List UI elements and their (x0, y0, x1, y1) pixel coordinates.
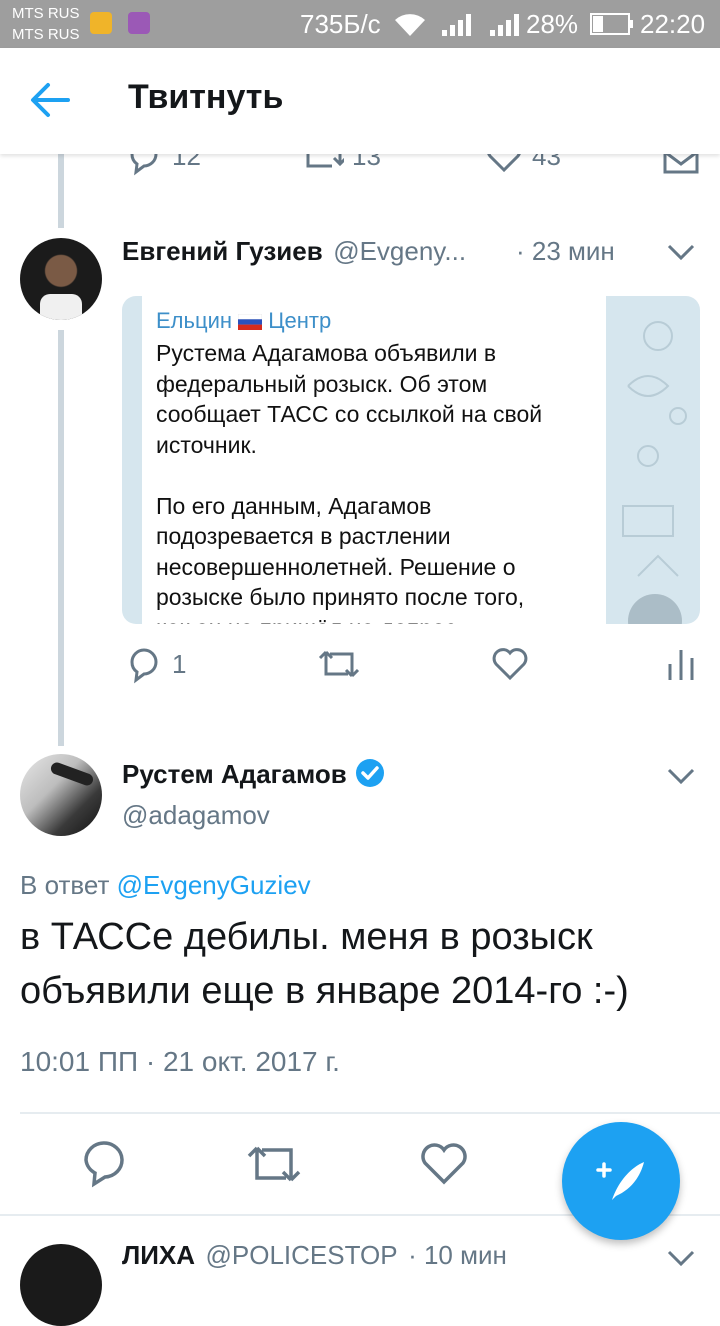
battery-icon (590, 13, 633, 35)
tweet-text-line: объявили еще в январе 2014-го :-) (20, 970, 629, 1012)
signal-icon-2 (490, 14, 519, 36)
tweet-time: · 23 мин (516, 236, 615, 266)
notification-app-icon (90, 12, 112, 34)
author-handle[interactable]: @POLICESTOP (206, 1240, 398, 1270)
chat-wallpaper-doodles (622, 321, 687, 577)
reply-prefix: В ответ (20, 870, 110, 900)
carrier-1: MTS RUS (12, 5, 80, 22)
page-title: Твитнуть (128, 78, 284, 116)
message-bubble: Ельцин Центр Рустема Адагамова объявили … (142, 296, 606, 624)
reply-to-link[interactable]: @EvgenyGuziev (117, 870, 311, 900)
message-line: Рустема Адагамова объявили в (156, 340, 497, 366)
tweet-image[interactable]: Ельцин Центр Рустема Адагамова объявили … (122, 296, 700, 624)
reply-icon (130, 648, 158, 684)
message-line: сообщает ТАСС со ссылкой на свой (156, 401, 543, 427)
status-bar: MTS RUS MTS RUS 735Б/с 28% 22:20 (0, 0, 720, 48)
heart-icon[interactable] (418, 1138, 470, 1188)
tweet-time: · 10 мин (408, 1240, 507, 1270)
avatar[interactable] (20, 1244, 102, 1326)
reply-action[interactable]: 1 (124, 644, 186, 684)
author-block: Рустем Адагамов (122, 758, 385, 790)
avatar[interactable] (20, 238, 102, 320)
wifi-icon (395, 14, 425, 36)
battery-percent: 28% (526, 9, 579, 39)
gallery-notification-icon (128, 12, 150, 34)
compose-feather-icon (596, 1162, 644, 1200)
avatar-shirt (40, 294, 82, 320)
message-line: несовершеннолетней. Решение о (156, 553, 516, 580)
channel-title: Ельцин Центр (156, 308, 331, 334)
message-line: По его данным, Адагамов (156, 492, 432, 519)
author-name[interactable]: Евгений Гузиев (122, 236, 323, 266)
message-line: как он не пришёл на допрос. (156, 613, 542, 625)
russia-flag-icon (237, 313, 263, 330)
reply-count: 1 (172, 648, 187, 679)
thread-line (58, 330, 64, 746)
retweet-icon[interactable] (316, 644, 362, 684)
message-line: розыске было принято после того, (156, 584, 525, 610)
message-text: Рустема Адагамова объявили в федеральный… (156, 338, 542, 624)
author-name[interactable]: Рустем Адагамов (122, 759, 347, 789)
clock: 22:20 (640, 9, 706, 39)
divider (20, 1112, 720, 1114)
channel-suffix: Центр (268, 308, 332, 333)
author-handle[interactable]: @Evgeny... (333, 236, 466, 266)
message-line: источник. (156, 431, 257, 458)
avatar-glasses (49, 760, 95, 788)
message-line: подозревается в растлении (156, 523, 451, 549)
retweet-icon[interactable] (244, 1140, 304, 1188)
avatar[interactable] (20, 754, 102, 836)
reply-context: В ответ @EvgenyGuziev (20, 870, 311, 901)
tweet-timestamp: 10:01 ПП · 21 окт. 2017 г. (20, 1046, 340, 1077)
analytics-icon[interactable] (664, 644, 698, 684)
reply-icon[interactable] (80, 1138, 130, 1188)
verified-badge-icon (356, 759, 385, 787)
app-bar: Твитнуть (0, 48, 720, 154)
back-arrow-icon[interactable] (28, 80, 72, 120)
author-name[interactable]: ЛИХА (122, 1240, 195, 1270)
carrier-2: MTS RUS (12, 26, 80, 43)
signal-icon-1 (442, 14, 471, 36)
chevron-down-icon[interactable] (664, 764, 698, 788)
tweet-text: в ТАССе дебилы. меня в розыск объявили е… (20, 910, 629, 1018)
message-line: федеральный розыск. Об этом (156, 370, 488, 397)
tweet-text-line: в ТАССе дебилы. меня в розыск (20, 916, 593, 958)
channel-name: Ельцин (156, 308, 233, 333)
chevron-down-icon[interactable] (664, 240, 698, 264)
tweet-header: Евгений Гузиев @Evgeny... (122, 236, 466, 267)
chevron-down-icon[interactable] (664, 1246, 698, 1270)
compose-tweet-button[interactable] (562, 1122, 680, 1240)
message-line (156, 460, 542, 491)
network-speed: 735Б/с (300, 9, 381, 39)
author-handle[interactable]: @adagamov (122, 800, 270, 831)
tweet-header: ЛИХА @POLICESTOP · 10 мин (122, 1240, 507, 1271)
thread-line-top (58, 154, 64, 228)
heart-icon[interactable] (490, 644, 530, 684)
